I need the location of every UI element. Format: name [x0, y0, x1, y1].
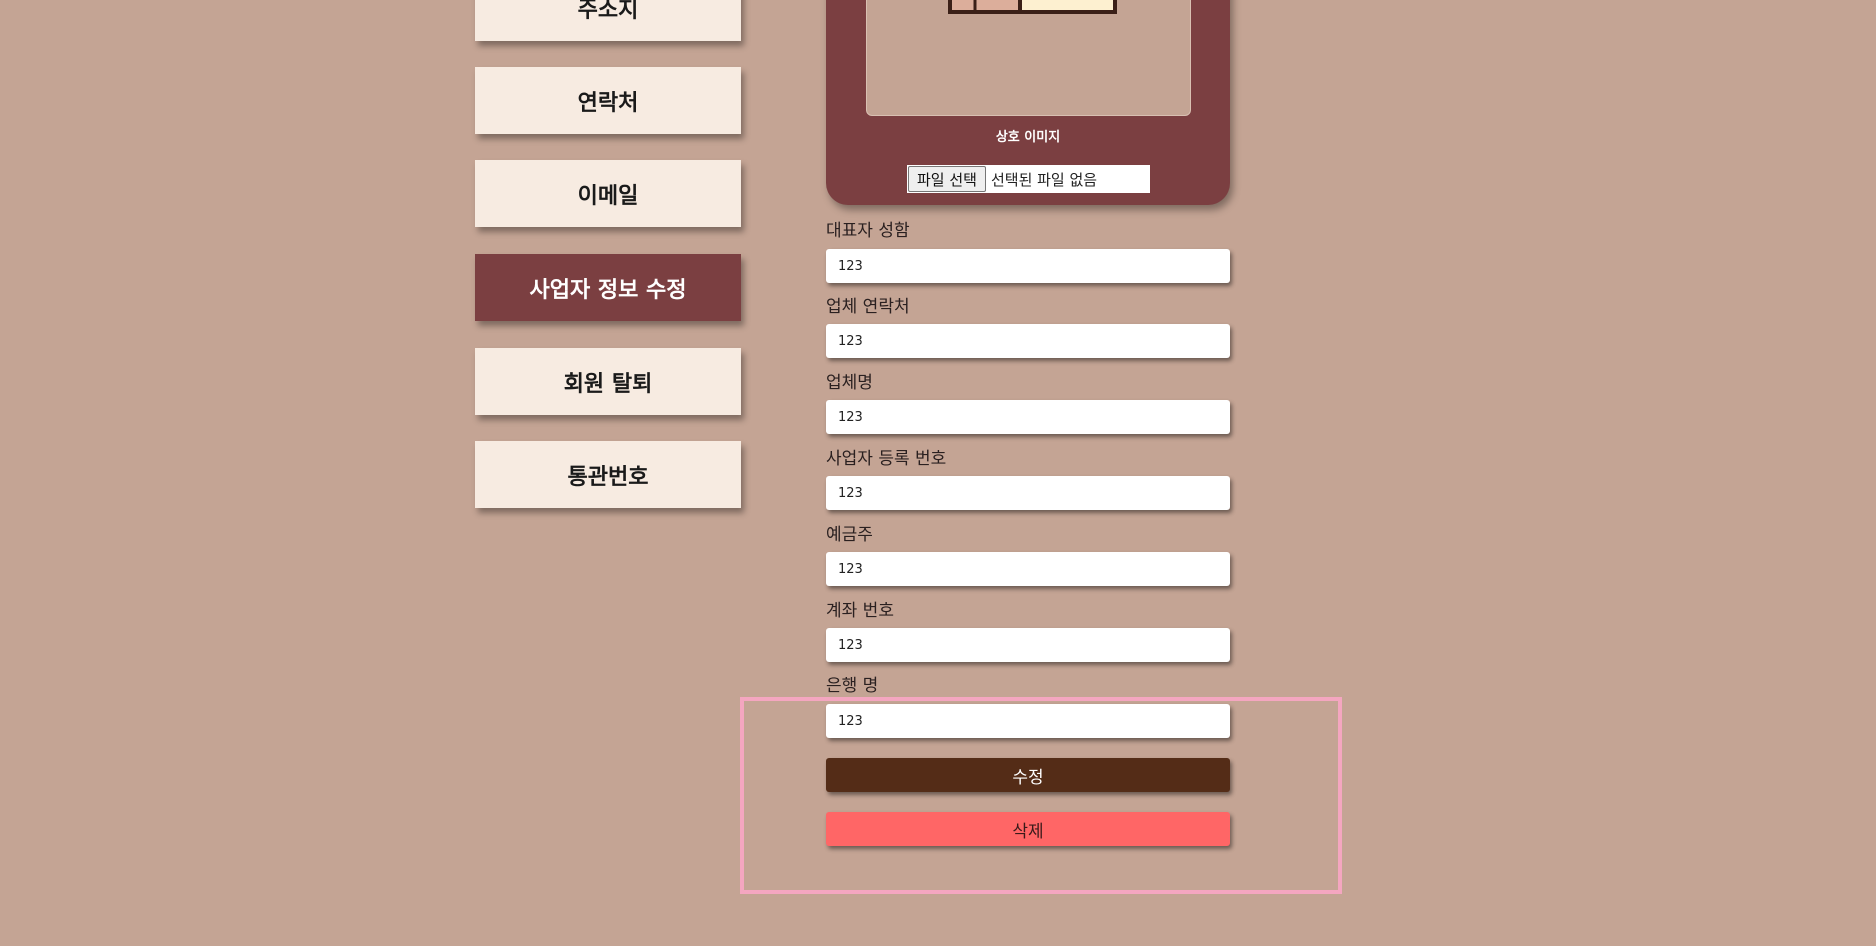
- business-image-caption: 상호 이미지: [995, 130, 1061, 145]
- choose-file-button[interactable]: 파일 선택: [908, 166, 986, 192]
- sidebar-item-address[interactable]: 주소지: [475, 0, 741, 41]
- sidebar-item-withdraw[interactable]: 회원 탈퇴: [475, 348, 741, 415]
- account-holder-input[interactable]: [826, 552, 1230, 586]
- sidebar-item-label: 사업자 정보 수정: [529, 277, 687, 303]
- sidebar-item-label: 연락처: [577, 90, 639, 116]
- sidebar-item-label: 통관번호: [567, 464, 649, 490]
- store-placeholder-icon: [948, 0, 1117, 14]
- company-phone-label: 업체 연락처: [826, 297, 910, 317]
- sidebar-item-label: 회원 탈퇴: [563, 371, 653, 397]
- account-holder-label: 예금주: [826, 525, 873, 545]
- account-number-label: 계좌 번호: [826, 601, 894, 621]
- sidebar-item-contact[interactable]: 연락처: [475, 67, 741, 134]
- business-registration-number-label: 사업자 등록 번호: [826, 449, 947, 469]
- sidebar-item-label: 이메일: [577, 183, 639, 209]
- representative-name-label: 대표자 성함: [826, 221, 910, 241]
- business-image-preview: [866, 0, 1191, 116]
- bank-name-input[interactable]: [826, 704, 1230, 738]
- business-image-card: 상호 이미지 파일 선택 선택된 파일 없음: [826, 0, 1230, 205]
- account-number-input[interactable]: [826, 628, 1230, 662]
- company-name-input[interactable]: [826, 400, 1230, 434]
- bank-name-label: 은행 명: [826, 676, 879, 696]
- representative-name-input[interactable]: [826, 249, 1230, 283]
- sidebar-item-business-info[interactable]: 사업자 정보 수정: [475, 254, 741, 321]
- sidebar-item-email[interactable]: 이메일: [475, 160, 741, 227]
- file-input[interactable]: 파일 선택 선택된 파일 없음: [907, 165, 1150, 193]
- sidebar-item-customs-number[interactable]: 통관번호: [475, 441, 741, 508]
- edit-button[interactable]: 수정: [826, 758, 1230, 792]
- sidebar-item-label: 주소지: [577, 0, 639, 23]
- file-status: 선택된 파일 없음: [990, 170, 1098, 189]
- business-registration-number-input[interactable]: [826, 476, 1230, 510]
- company-name-label: 업체명: [826, 373, 873, 393]
- company-phone-input[interactable]: [826, 324, 1230, 358]
- delete-button[interactable]: 삭제: [826, 812, 1230, 846]
